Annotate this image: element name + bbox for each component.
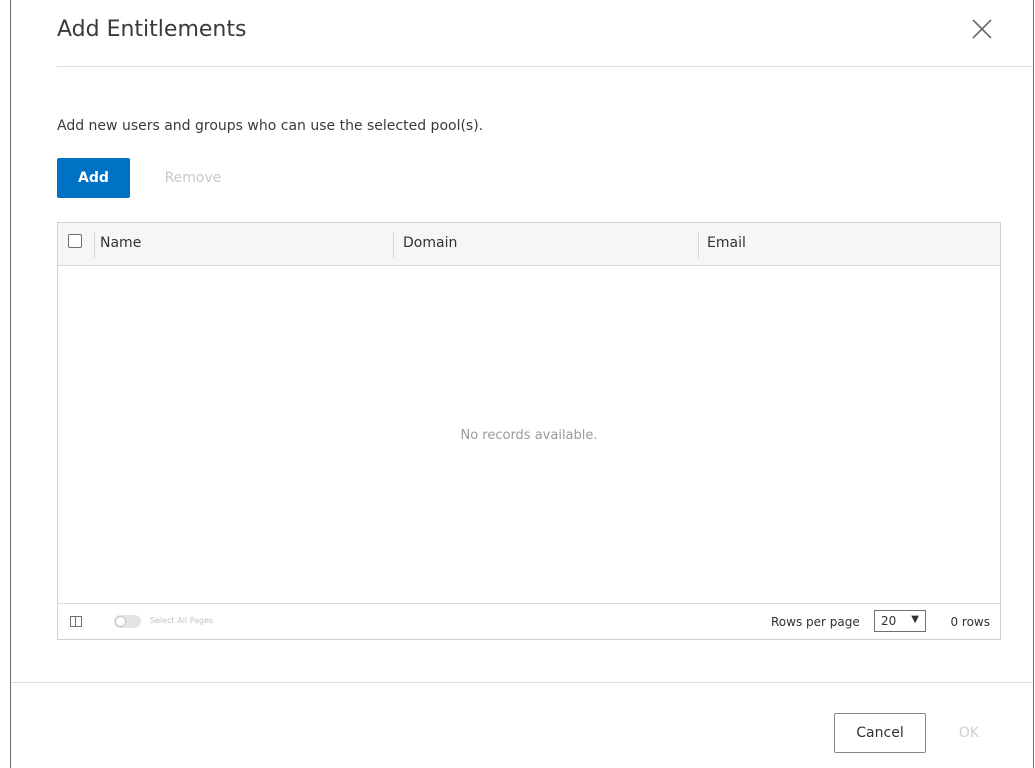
select-all-pages-label: Select All Pages	[150, 616, 214, 625]
column-header-domain[interactable]: Domain	[403, 235, 457, 251]
ok-button: OK	[941, 713, 997, 753]
column-separator[interactable]	[698, 232, 699, 258]
dialog-title: Add Entitlements	[57, 17, 247, 42]
column-toggle-icon[interactable]	[70, 616, 82, 627]
chevron-down-icon: ▼	[911, 614, 919, 625]
footer-divider	[11, 682, 1033, 683]
rows-per-page-select[interactable]: 20 ▼	[874, 610, 926, 632]
entitlements-grid: Name Domain Email No records available. …	[57, 222, 1001, 640]
cancel-button[interactable]: Cancel	[834, 713, 926, 753]
remove-button: Remove	[147, 158, 239, 198]
column-separator	[94, 232, 95, 258]
header-divider	[57, 66, 1033, 67]
add-entitlements-dialog: Add Entitlements Add new users and group…	[10, 0, 1034, 768]
column-header-email[interactable]: Email	[707, 235, 746, 251]
select-all-pages-toggle[interactable]	[114, 615, 141, 628]
select-all-checkbox[interactable]	[68, 234, 82, 248]
grid-header: Name Domain Email	[58, 223, 1000, 266]
row-count: 0 rows	[950, 615, 990, 629]
rows-per-page-value: 20	[881, 614, 897, 628]
column-header-name[interactable]: Name	[100, 235, 141, 251]
close-button[interactable]	[969, 16, 995, 42]
empty-message: No records available.	[460, 428, 598, 443]
close-icon	[972, 19, 992, 39]
dialog-description: Add new users and groups who can use the…	[57, 118, 484, 134]
column-separator[interactable]	[393, 232, 394, 258]
add-button[interactable]: Add	[57, 158, 130, 198]
grid-footer: Select All Pages Rows per page 20 ▼ 0 ro…	[58, 603, 1000, 639]
rows-per-page-label: Rows per page	[771, 615, 860, 629]
